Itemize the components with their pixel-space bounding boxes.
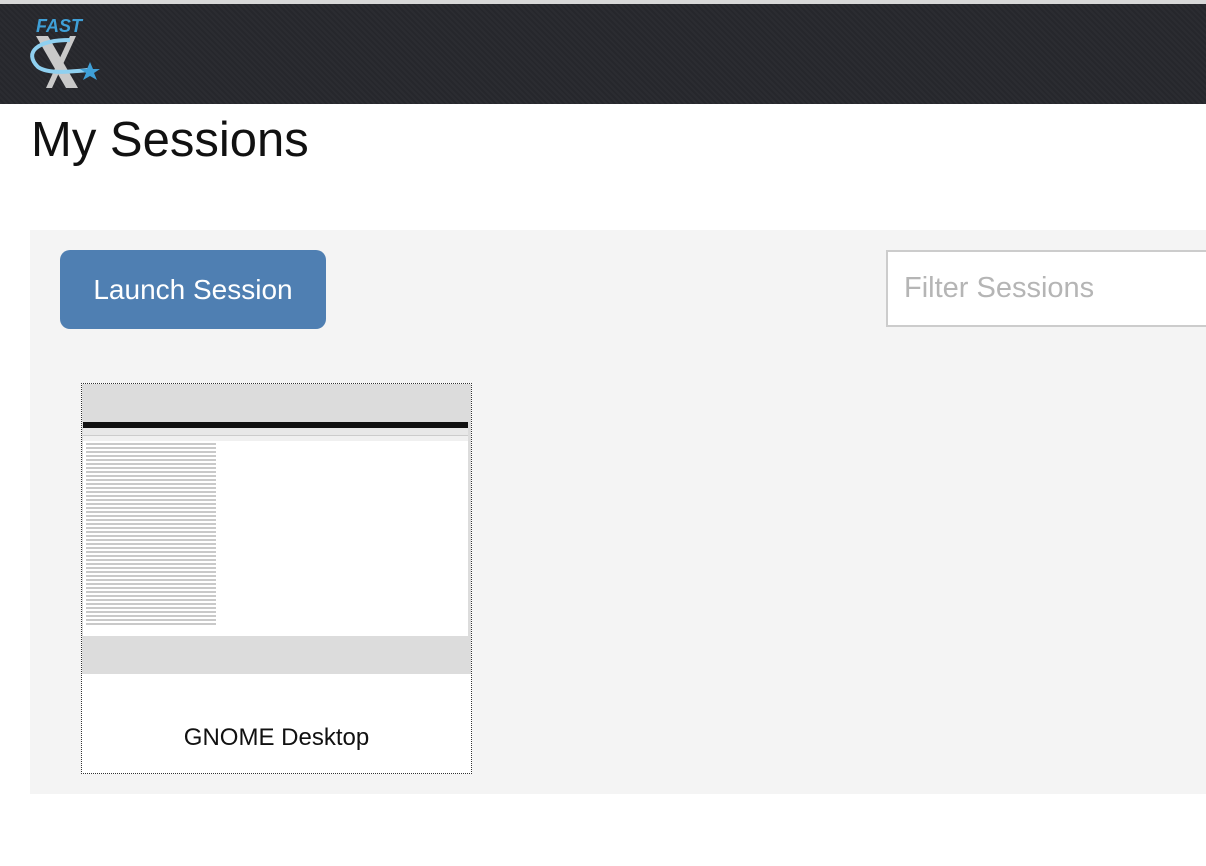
terminal-line xyxy=(86,491,216,493)
terminal-line xyxy=(86,623,216,625)
terminal-line xyxy=(86,587,216,589)
terminal-line xyxy=(86,579,216,581)
terminal-line xyxy=(86,471,216,473)
terminal-line xyxy=(86,595,216,597)
terminal-line xyxy=(86,515,216,517)
terminal-line xyxy=(86,459,216,461)
terminal-line xyxy=(86,571,216,573)
terminal-line xyxy=(86,475,216,477)
session-thumbnail xyxy=(82,384,471,674)
filter-sessions-input[interactable] xyxy=(886,250,1206,327)
svg-text:FAST: FAST xyxy=(36,16,84,36)
desktop-screenshot xyxy=(83,422,468,636)
terminal-line xyxy=(86,467,216,469)
terminal-line xyxy=(86,479,216,481)
terminal-line xyxy=(86,451,216,453)
terminal-line xyxy=(86,547,216,549)
terminal-line xyxy=(86,455,216,457)
sessions-panel: Launch Session GNOME Desktop xyxy=(30,230,1206,794)
terminal-line xyxy=(86,503,216,505)
terminal-line xyxy=(86,443,216,445)
terminal-line xyxy=(86,495,216,497)
session-card[interactable]: GNOME Desktop xyxy=(81,383,472,774)
launch-session-button[interactable]: Launch Session xyxy=(60,250,326,329)
terminal-line xyxy=(86,447,216,449)
terminal-line xyxy=(86,615,216,617)
terminal-line xyxy=(86,539,216,541)
terminal-line xyxy=(86,611,216,613)
app-header: FAST xyxy=(0,4,1206,104)
terminal-line xyxy=(86,483,216,485)
terminal-line xyxy=(86,599,216,601)
terminal-line xyxy=(86,607,216,609)
terminal-line xyxy=(86,511,216,513)
terminal-line xyxy=(86,567,216,569)
terminal-line xyxy=(86,499,216,501)
terminal-line xyxy=(86,591,216,593)
session-name: GNOME Desktop xyxy=(183,724,370,751)
terminal-line xyxy=(86,527,216,529)
terminal-line xyxy=(86,551,216,553)
terminal-line xyxy=(86,487,216,489)
terminal-line xyxy=(86,519,216,521)
terminal-line xyxy=(86,543,216,545)
terminal-line xyxy=(86,603,216,605)
terminal-line xyxy=(86,507,216,509)
terminal-line xyxy=(86,563,216,565)
terminal-line xyxy=(86,523,216,525)
terminal-line xyxy=(86,575,216,577)
terminal-line xyxy=(86,463,216,465)
terminal-line xyxy=(86,555,216,557)
terminal-line xyxy=(86,535,216,537)
terminal-line xyxy=(86,619,216,621)
terminal-line xyxy=(86,583,216,585)
terminal-line xyxy=(86,531,216,533)
terminal-line xyxy=(86,559,216,561)
page-title: My Sessions xyxy=(31,113,309,167)
fastx-logo: FAST xyxy=(30,16,100,88)
